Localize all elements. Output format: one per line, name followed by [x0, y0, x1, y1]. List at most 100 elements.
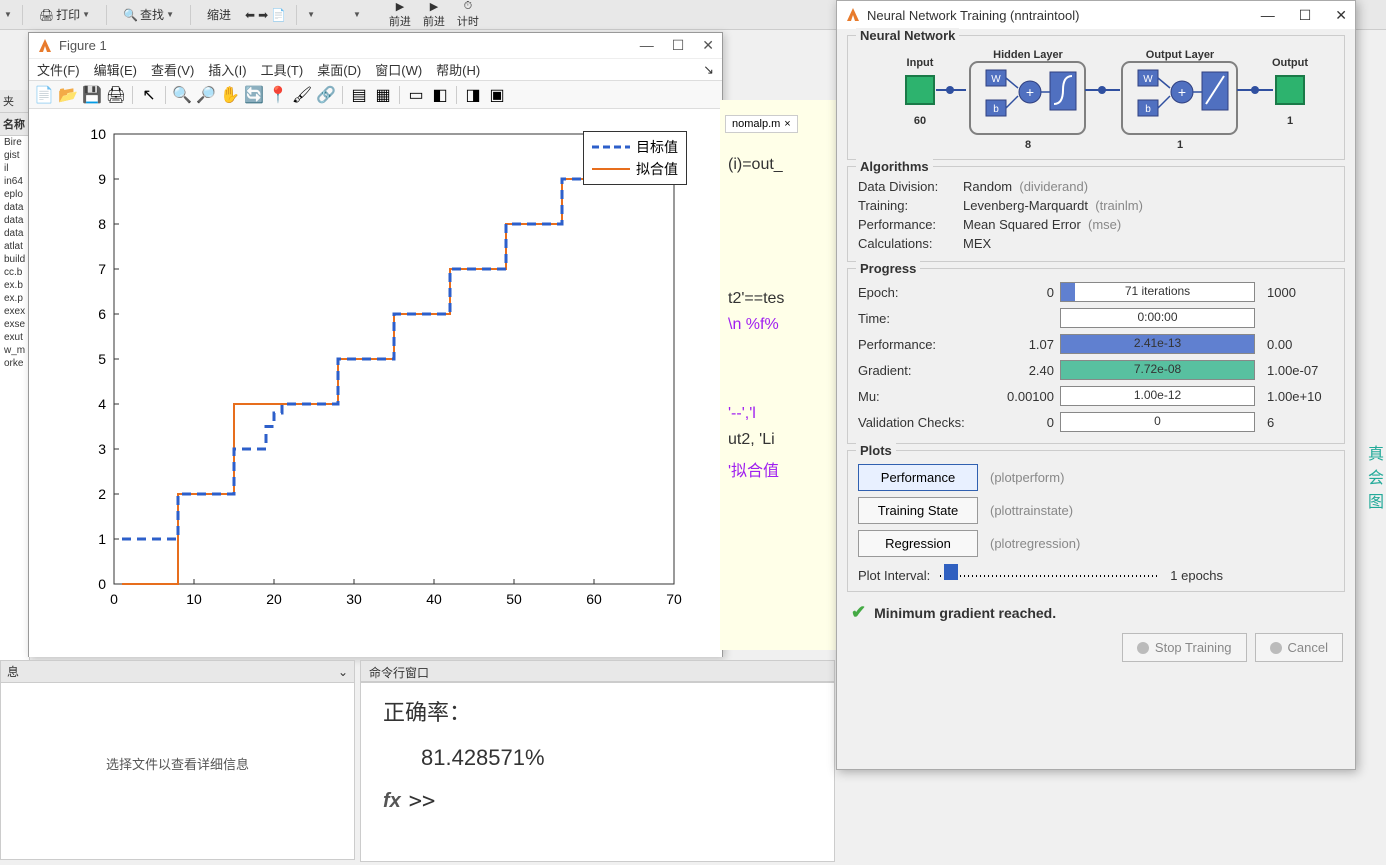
final-label: Output — [1272, 57, 1308, 69]
svg-text:7: 7 — [98, 261, 106, 277]
list-item[interactable]: w_m — [0, 344, 29, 357]
progress-epoch: Epoch:0 71 iterations 1000 — [858, 279, 1334, 305]
performance-button[interactable]: Performance — [858, 464, 978, 491]
menu-insert[interactable]: 插入(I) — [208, 60, 246, 79]
open-icon[interactable]: 📂 — [57, 84, 79, 106]
regression-button[interactable]: Regression — [858, 530, 978, 557]
indent-button[interactable]: 缩进 — [201, 4, 237, 25]
legend-icon[interactable]: ▦ — [372, 84, 394, 106]
find-button[interactable]: 🔍查找▼ — [117, 4, 180, 25]
forward-button[interactable]: ▶前进 — [389, 0, 411, 29]
list-item[interactable]: il — [0, 162, 29, 175]
code-line: (i)=out_ — [728, 156, 832, 174]
colorbar-icon[interactable]: ▤ — [348, 84, 370, 106]
input-n: 60 — [914, 115, 926, 127]
datacursor-icon[interactable]: 📍 — [267, 84, 289, 106]
chart-svg: 012345678910010203040506070 — [49, 119, 704, 649]
link-icon[interactable]: 🔗 — [315, 84, 337, 106]
rotate-icon[interactable]: 🔄 — [243, 84, 265, 106]
details-panel: 息⌄ 选择文件以查看详细信息 — [0, 660, 355, 860]
list-item[interactable]: build — [0, 253, 29, 266]
list-item[interactable]: ex.b — [0, 279, 29, 292]
maximize-button[interactable]: ☐ — [1299, 7, 1312, 24]
plot-interval-slider[interactable] — [940, 572, 1160, 580]
list-item[interactable]: data — [0, 214, 29, 227]
minimize-button[interactable]: — — [640, 37, 654, 54]
layout2-icon[interactable]: ◧ — [429, 84, 451, 106]
pan-icon[interactable]: ✋ — [219, 84, 241, 106]
zoom-in-icon[interactable]: 🔍 — [171, 84, 193, 106]
back-button[interactable]: ▶前进 — [423, 0, 445, 29]
list-item[interactable]: in64 — [0, 175, 29, 188]
print-icon[interactable]: 🖨 — [105, 84, 127, 106]
progress-validation: Validation Checks:0 0 6 — [858, 409, 1334, 435]
menu-window[interactable]: 窗口(W) — [375, 60, 422, 79]
svg-text:W: W — [1143, 74, 1153, 85]
list-item[interactable]: ex.p — [0, 292, 29, 305]
progress-time: Time: 0:00:00 — [858, 305, 1334, 331]
file-browser: 夹 名称 Bire gist il in64 eplo data data da… — [0, 90, 30, 660]
fx-icon[interactable]: fx — [383, 790, 401, 813]
nn-status: ✔ Minimum gradient reached. — [837, 598, 1355, 627]
stop-training-button[interactable]: Stop Training — [1122, 633, 1247, 662]
list-item[interactable]: exse — [0, 318, 29, 331]
close-button[interactable]: ✕ — [702, 37, 714, 54]
svg-text:0: 0 — [98, 576, 106, 592]
list-item[interactable]: cc.b — [0, 266, 29, 279]
command-window[interactable]: 正确率： 81.428571% fx >> — [360, 682, 835, 862]
brush-icon[interactable]: 🖌 — [291, 84, 313, 106]
list-item[interactable]: exex — [0, 305, 29, 318]
legend[interactable]: 目标值 拟合值 — [583, 131, 687, 185]
figure-menubar: 文件(F) 编辑(E) 查看(V) 插入(I) 工具(T) 桌面(D) 窗口(W… — [29, 59, 722, 81]
dropdown-icon[interactable]: ▼ — [307, 10, 315, 19]
dropdown-icon[interactable]: ▼ — [353, 10, 361, 19]
minimize-button[interactable]: — — [1261, 7, 1275, 24]
editor-tab[interactable]: nomalp.m× — [725, 115, 798, 133]
print-button[interactable]: 🖨打印▼ — [33, 4, 96, 25]
list-item[interactable]: Bire — [0, 136, 29, 149]
menu-file[interactable]: 文件(F) — [37, 60, 80, 79]
cancel-button[interactable]: Cancel — [1255, 633, 1343, 662]
layout1-icon[interactable]: ▭ — [405, 84, 427, 106]
list-item[interactable]: data — [0, 227, 29, 240]
zoom-out-icon[interactable]: 🔎 — [195, 84, 217, 106]
indent-left-icon[interactable]: ⬅ — [245, 8, 255, 22]
close-button[interactable]: ✕ — [1335, 7, 1347, 24]
maximize-button[interactable]: ☐ — [672, 37, 685, 54]
indent-icon[interactable]: 📄 — [271, 8, 286, 22]
svg-text:10: 10 — [90, 126, 106, 142]
training-state-button[interactable]: Training State — [858, 497, 978, 524]
figure-window: Figure 1 — ☐ ✕ 文件(F) 编辑(E) 查看(V) 插入(I) 工… — [28, 32, 723, 657]
svg-text:b: b — [1145, 104, 1151, 115]
matlab-icon — [37, 38, 53, 54]
nntraintool-window: Neural Network Training (nntraintool) — … — [836, 0, 1356, 770]
list-item[interactable]: atlat — [0, 240, 29, 253]
menu-arrow-icon[interactable]: ↘ — [703, 62, 714, 78]
final-n: 1 — [1287, 115, 1293, 127]
svg-text:60: 60 — [586, 591, 602, 607]
svg-text:3: 3 — [98, 441, 106, 457]
save-icon[interactable]: 💾 — [81, 84, 103, 106]
svg-text:30: 30 — [346, 591, 362, 607]
timer-button[interactable]: ⏱计时 — [457, 0, 479, 29]
list-item[interactable]: eplo — [0, 188, 29, 201]
list-item[interactable]: gist — [0, 149, 29, 162]
progress-performance: Performance:1.07 2.41e-13 0.00 — [858, 331, 1334, 357]
list-item[interactable]: data — [0, 201, 29, 214]
indent-right-icon[interactable]: ➡ — [258, 8, 268, 22]
list-item[interactable]: exut — [0, 331, 29, 344]
menu-edit[interactable]: 编辑(E) — [94, 60, 137, 79]
list-item[interactable]: orke — [0, 357, 29, 370]
nn-titlebar[interactable]: Neural Network Training (nntraintool) — … — [837, 1, 1355, 29]
pointer-icon[interactable]: ↖ — [138, 84, 160, 106]
dropdown-icon[interactable]: ⌄ — [338, 665, 348, 679]
layout4-icon[interactable]: ▣ — [486, 84, 508, 106]
layout3-icon[interactable]: ◨ — [462, 84, 484, 106]
menu-desktop[interactable]: 桌面(D) — [317, 60, 361, 79]
menu-help[interactable]: 帮助(H) — [436, 60, 480, 79]
dropdown-icon[interactable]: ▼ — [4, 10, 12, 19]
figure-titlebar[interactable]: Figure 1 — ☐ ✕ — [29, 33, 722, 59]
menu-view[interactable]: 查看(V) — [151, 60, 194, 79]
menu-tools[interactable]: 工具(T) — [261, 60, 304, 79]
new-icon[interactable]: 📄 — [33, 84, 55, 106]
